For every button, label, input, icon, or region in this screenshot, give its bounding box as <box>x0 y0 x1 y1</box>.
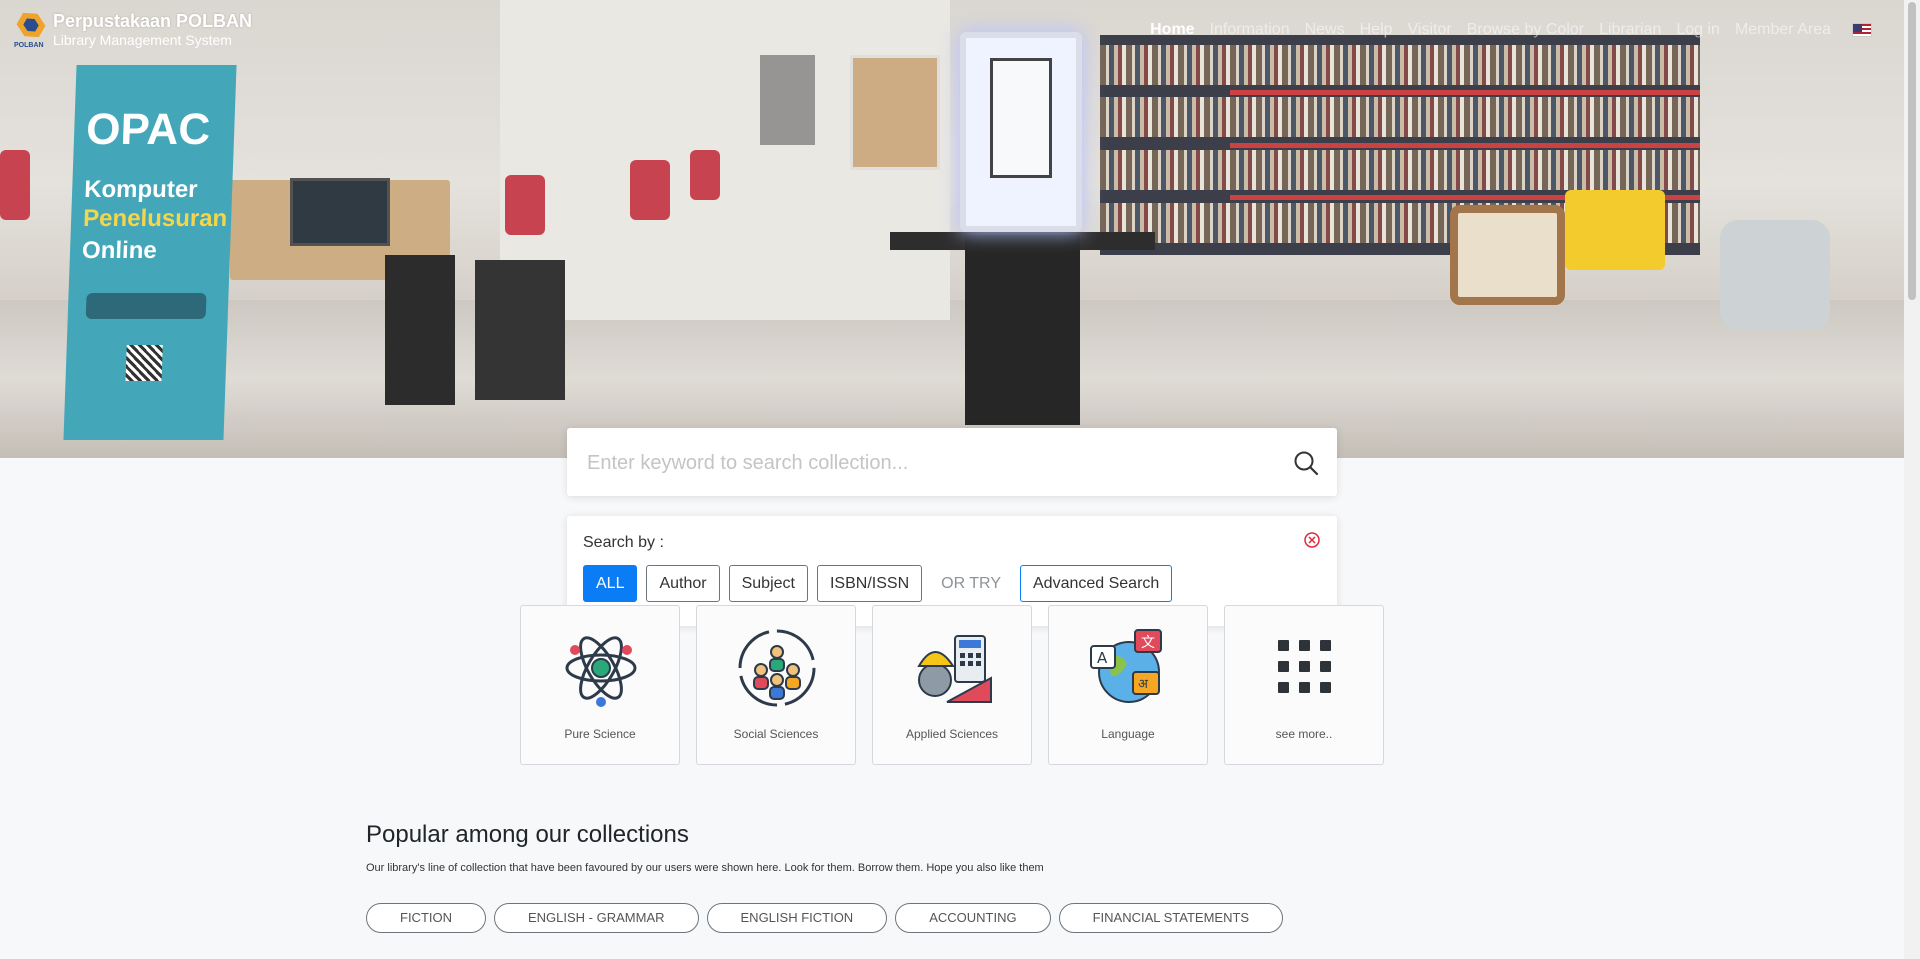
category-label: Pure Science <box>564 727 636 741</box>
nav-home[interactable]: Home <box>1150 21 1194 39</box>
globe-language-icon: A 文 अ <box>1090 629 1162 703</box>
search-box <box>567 428 1337 496</box>
or-try-label: OR TRY <box>941 575 1001 592</box>
polban-logo: POLBAN <box>14 10 48 52</box>
category-label: Language <box>1101 727 1155 741</box>
nav-login[interactable]: Log in <box>1676 21 1720 39</box>
search-by-author-button[interactable]: Author <box>646 565 720 602</box>
category-label: Social Sciences <box>733 727 819 741</box>
tag-fiction[interactable]: FICTION <box>366 903 486 933</box>
category-social-sciences[interactable]: Social Sciences <box>696 605 856 765</box>
category-label: see more.. <box>1275 727 1333 741</box>
nav-information[interactable]: Information <box>1210 21 1290 39</box>
tag-english-fiction[interactable]: ENGLISH FICTION <box>706 903 888 933</box>
brand-subtitle: Library Management System <box>53 32 232 48</box>
svg-text:अ: अ <box>1138 677 1149 692</box>
nav-browse-by-color[interactable]: Browse by Color <box>1467 21 1584 39</box>
category-see-more[interactable]: see more.. <box>1224 605 1384 765</box>
svg-text:文: 文 <box>1141 635 1155 651</box>
close-icon[interactable] <box>1303 531 1321 549</box>
brand-title: Perpustakaan POLBAN <box>53 11 253 31</box>
search-by-subject-button[interactable]: Subject <box>728 565 808 602</box>
popular-title: Popular among our collections <box>366 821 689 848</box>
grid-icon <box>1278 640 1331 693</box>
scrollbar-thumb[interactable] <box>1908 2 1916 300</box>
search-by-all-button[interactable]: ALL <box>583 565 638 602</box>
category-applied-sciences[interactable]: Applied Sciences <box>872 605 1032 765</box>
category-language[interactable]: A 文 अ Language <box>1048 605 1208 765</box>
search-input[interactable] <box>587 448 1267 478</box>
people-icon <box>738 629 816 707</box>
category-pure-science[interactable]: Pure Science <box>520 605 680 765</box>
us-flag-icon[interactable] <box>1852 23 1872 37</box>
nav-member-area[interactable]: Member Area <box>1735 21 1831 39</box>
search-by-isbn-button[interactable]: ISBN/ISSN <box>816 565 923 602</box>
popular-tags: FICTION ENGLISH - GRAMMAR ENGLISH FICTIO… <box>366 903 1284 933</box>
svg-text:A: A <box>1097 649 1108 667</box>
tag-english-grammar[interactable]: ENGLISH - GRAMMAR <box>494 903 699 933</box>
engineer-icon <box>917 635 992 703</box>
category-label: Applied Sciences <box>905 727 999 741</box>
popular-subtitle: Our library's line of collection that ha… <box>366 862 1044 874</box>
scrollbar[interactable] <box>1904 0 1920 959</box>
hero-image: OPAC Komputer Penelusuran Online <box>0 0 1904 458</box>
nav-help[interactable]: Help <box>1360 21 1393 39</box>
nav-news[interactable]: News <box>1305 21 1345 39</box>
category-list: Pure Science Social Sciences Applied Sci… <box>520 605 1384 765</box>
atom-icon <box>565 636 637 707</box>
nav-visitor[interactable]: Visitor <box>1408 21 1452 39</box>
search-by-label: Search by : <box>583 534 664 551</box>
brand[interactable]: POLBAN Perpustakaan POLBAN Library Manag… <box>14 10 252 52</box>
tag-accounting[interactable]: ACCOUNTING <box>895 903 1051 933</box>
search-icon[interactable] <box>1293 450 1319 476</box>
tag-financial-statements[interactable]: FINANCIAL STATEMENTS <box>1058 903 1284 933</box>
advanced-search-button[interactable]: Advanced Search <box>1020 565 1173 602</box>
main-nav: Home Information News Help Visitor Brows… <box>1150 21 1872 39</box>
nav-librarian[interactable]: Librarian <box>1599 21 1661 39</box>
